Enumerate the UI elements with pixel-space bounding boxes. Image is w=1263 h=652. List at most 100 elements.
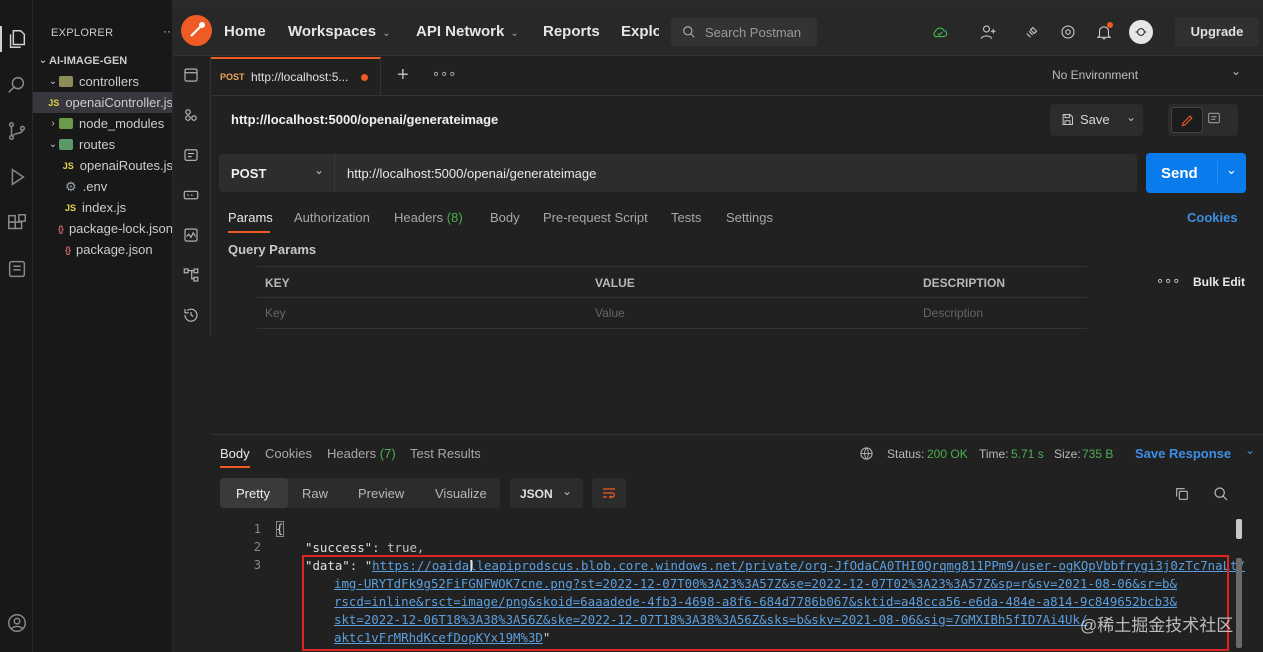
save-button[interactable]: Save ⌄ bbox=[1050, 104, 1143, 136]
doc-view-button[interactable] bbox=[1206, 110, 1228, 130]
view-preview[interactable]: Preview bbox=[358, 486, 404, 501]
apis-icon[interactable] bbox=[182, 106, 202, 126]
collections-icon[interactable] bbox=[182, 66, 202, 86]
time-value[interactable]: 5.71 s bbox=[1011, 447, 1044, 461]
satellite-icon[interactable] bbox=[1022, 22, 1042, 42]
request-tab[interactable]: POST http://localhost:5... bbox=[211, 57, 381, 95]
param-key-input[interactable]: Key bbox=[265, 306, 286, 320]
chevron-down-icon: ⌄ bbox=[48, 76, 58, 87]
tree-item-label: .env bbox=[82, 179, 108, 194]
view-raw[interactable]: Raw bbox=[302, 486, 328, 501]
tree-item-package-lock[interactable]: {} package-lock.json bbox=[33, 218, 173, 239]
nav-api-network[interactable]: API Network ⌄ bbox=[416, 23, 519, 40]
upgrade-button[interactable]: Upgrade bbox=[1175, 17, 1259, 47]
format-select[interactable]: JSON ⌄ bbox=[510, 478, 583, 508]
tree-item-openai-routes[interactable]: JS openaiRoutes.js bbox=[33, 155, 172, 176]
monitors-icon[interactable] bbox=[182, 226, 202, 246]
method-select[interactable]: POST ⌄ bbox=[219, 154, 334, 192]
size-value[interactable]: 735 B bbox=[1082, 447, 1113, 461]
headers-count: (8) bbox=[446, 210, 463, 225]
chevron-down-icon: ⌄ bbox=[38, 55, 48, 66]
view-pretty[interactable]: Pretty bbox=[220, 478, 288, 508]
tree-item-index[interactable]: JS index.js bbox=[33, 197, 172, 218]
chevron-down-icon: ⌄ bbox=[510, 28, 519, 39]
history-icon[interactable] bbox=[182, 306, 202, 326]
more-options-icon[interactable]: ∘∘∘ bbox=[1156, 273, 1180, 289]
cloud-sync-icon[interactable] bbox=[930, 22, 950, 42]
tree-item-env[interactable]: ⚙ .env bbox=[33, 176, 172, 197]
chevron-down-icon[interactable]: ⌄ bbox=[1245, 443, 1255, 457]
postman-logo[interactable] bbox=[181, 15, 212, 46]
tab-pre-request-script[interactable]: Pre-request Script bbox=[543, 210, 648, 225]
response-tab-cookies[interactable]: Cookies bbox=[265, 446, 312, 461]
globe-icon[interactable] bbox=[859, 446, 874, 461]
remote-explorer-icon[interactable] bbox=[0, 254, 33, 284]
project-folder[interactable]: ⌄ AI-IMAGE-GEN bbox=[33, 50, 172, 71]
source-control-icon[interactable] bbox=[0, 116, 33, 146]
account-icon[interactable] bbox=[0, 608, 33, 638]
edit-view-button[interactable] bbox=[1171, 107, 1203, 133]
tab-params[interactable]: Params bbox=[228, 210, 273, 225]
nav-explore[interactable]: Explore bbox=[621, 23, 659, 40]
tab-authorization[interactable]: Authorization bbox=[294, 210, 370, 225]
bell-icon[interactable] bbox=[1094, 22, 1114, 42]
save-response-button[interactable]: Save Response bbox=[1135, 446, 1231, 461]
new-tab-icon[interactable]: + bbox=[397, 64, 409, 87]
invite-user-icon[interactable] bbox=[978, 22, 998, 42]
environment-select[interactable]: No Environment bbox=[1052, 68, 1138, 82]
tab-tests[interactable]: Tests bbox=[671, 210, 701, 225]
active-tab-indicator bbox=[228, 231, 270, 233]
search-bar[interactable]: Search Postman bbox=[671, 18, 817, 46]
param-value-input[interactable]: Value bbox=[595, 306, 625, 320]
wrap-lines-button[interactable] bbox=[592, 478, 626, 508]
gear-icon[interactable] bbox=[1058, 22, 1078, 42]
environments-icon[interactable] bbox=[182, 146, 202, 166]
flows-icon[interactable] bbox=[182, 266, 202, 286]
response-headers-label: Headers bbox=[327, 446, 377, 461]
tree-item-controllers[interactable]: ⌄ controllers bbox=[33, 71, 172, 92]
extensions-icon[interactable] bbox=[0, 208, 33, 238]
run-debug-icon[interactable] bbox=[0, 162, 33, 192]
nav-reports[interactable]: Reports bbox=[543, 23, 600, 40]
tree-item-label: package-lock.json bbox=[68, 221, 173, 236]
tab-headers[interactable]: Headers (8) bbox=[394, 210, 463, 225]
request-title[interactable]: http://localhost:5000/openai/generateima… bbox=[231, 112, 498, 127]
avatar[interactable] bbox=[1129, 20, 1153, 44]
response-tab-headers[interactable]: Headers (7) bbox=[327, 446, 396, 461]
gear-icon: ⚙ bbox=[65, 178, 77, 194]
tree-item-package[interactable]: {} package.json bbox=[33, 239, 172, 260]
postman-window: Home Workspaces ⌄ API Network ⌄ Reports Ex… bbox=[173, 0, 1263, 652]
nav-workspaces[interactable]: Workspaces ⌄ bbox=[288, 23, 391, 40]
chevron-down-icon: ⌄ bbox=[1126, 110, 1137, 124]
response-tab-test-results[interactable]: Test Results bbox=[410, 446, 481, 461]
tree-item-label: routes bbox=[79, 137, 116, 152]
json-value-success: true, bbox=[387, 540, 425, 555]
url-input[interactable]: http://localhost:5000/openai/generateima… bbox=[334, 154, 1137, 192]
tab-settings[interactable]: Settings bbox=[726, 210, 773, 225]
method-label: POST bbox=[231, 166, 267, 181]
search-icon[interactable] bbox=[0, 70, 33, 100]
more-icon[interactable]: ··· bbox=[163, 24, 172, 38]
response-tab-body[interactable]: Body bbox=[220, 446, 250, 461]
vertical-scrollbar[interactable] bbox=[1236, 519, 1242, 539]
search-icon[interactable] bbox=[1213, 486, 1229, 502]
copy-icon[interactable] bbox=[1174, 486, 1190, 502]
tab-body[interactable]: Body bbox=[490, 210, 520, 225]
send-button[interactable]: Send ⌄ bbox=[1146, 153, 1246, 193]
status-value[interactable]: 200 OK bbox=[927, 447, 968, 461]
tree-item-node-modules[interactable]: › node_modules bbox=[33, 113, 172, 134]
tree-item-routes[interactable]: ⌄ routes bbox=[33, 134, 172, 155]
nav-home[interactable]: Home bbox=[224, 23, 266, 40]
tree-item-openai-controller[interactable]: JS openaiController.js bbox=[33, 92, 172, 113]
view-visualize[interactable]: Visualize bbox=[435, 486, 487, 501]
files-icon[interactable] bbox=[0, 24, 33, 54]
vertical-scrollbar-track[interactable] bbox=[1236, 558, 1242, 648]
mock-servers-icon[interactable] bbox=[182, 186, 202, 206]
param-description-input[interactable]: Description bbox=[923, 306, 983, 320]
more-tabs-icon[interactable]: ∘∘∘ bbox=[432, 66, 456, 82]
bulk-edit-button[interactable]: Bulk Edit bbox=[1193, 275, 1245, 289]
tab-method: POST bbox=[220, 72, 245, 82]
cookies-link[interactable]: Cookies bbox=[1187, 210, 1238, 225]
params-input-row: Key Value Description bbox=[257, 297, 1087, 329]
chevron-down-icon[interactable]: ⌄ bbox=[1231, 64, 1241, 78]
